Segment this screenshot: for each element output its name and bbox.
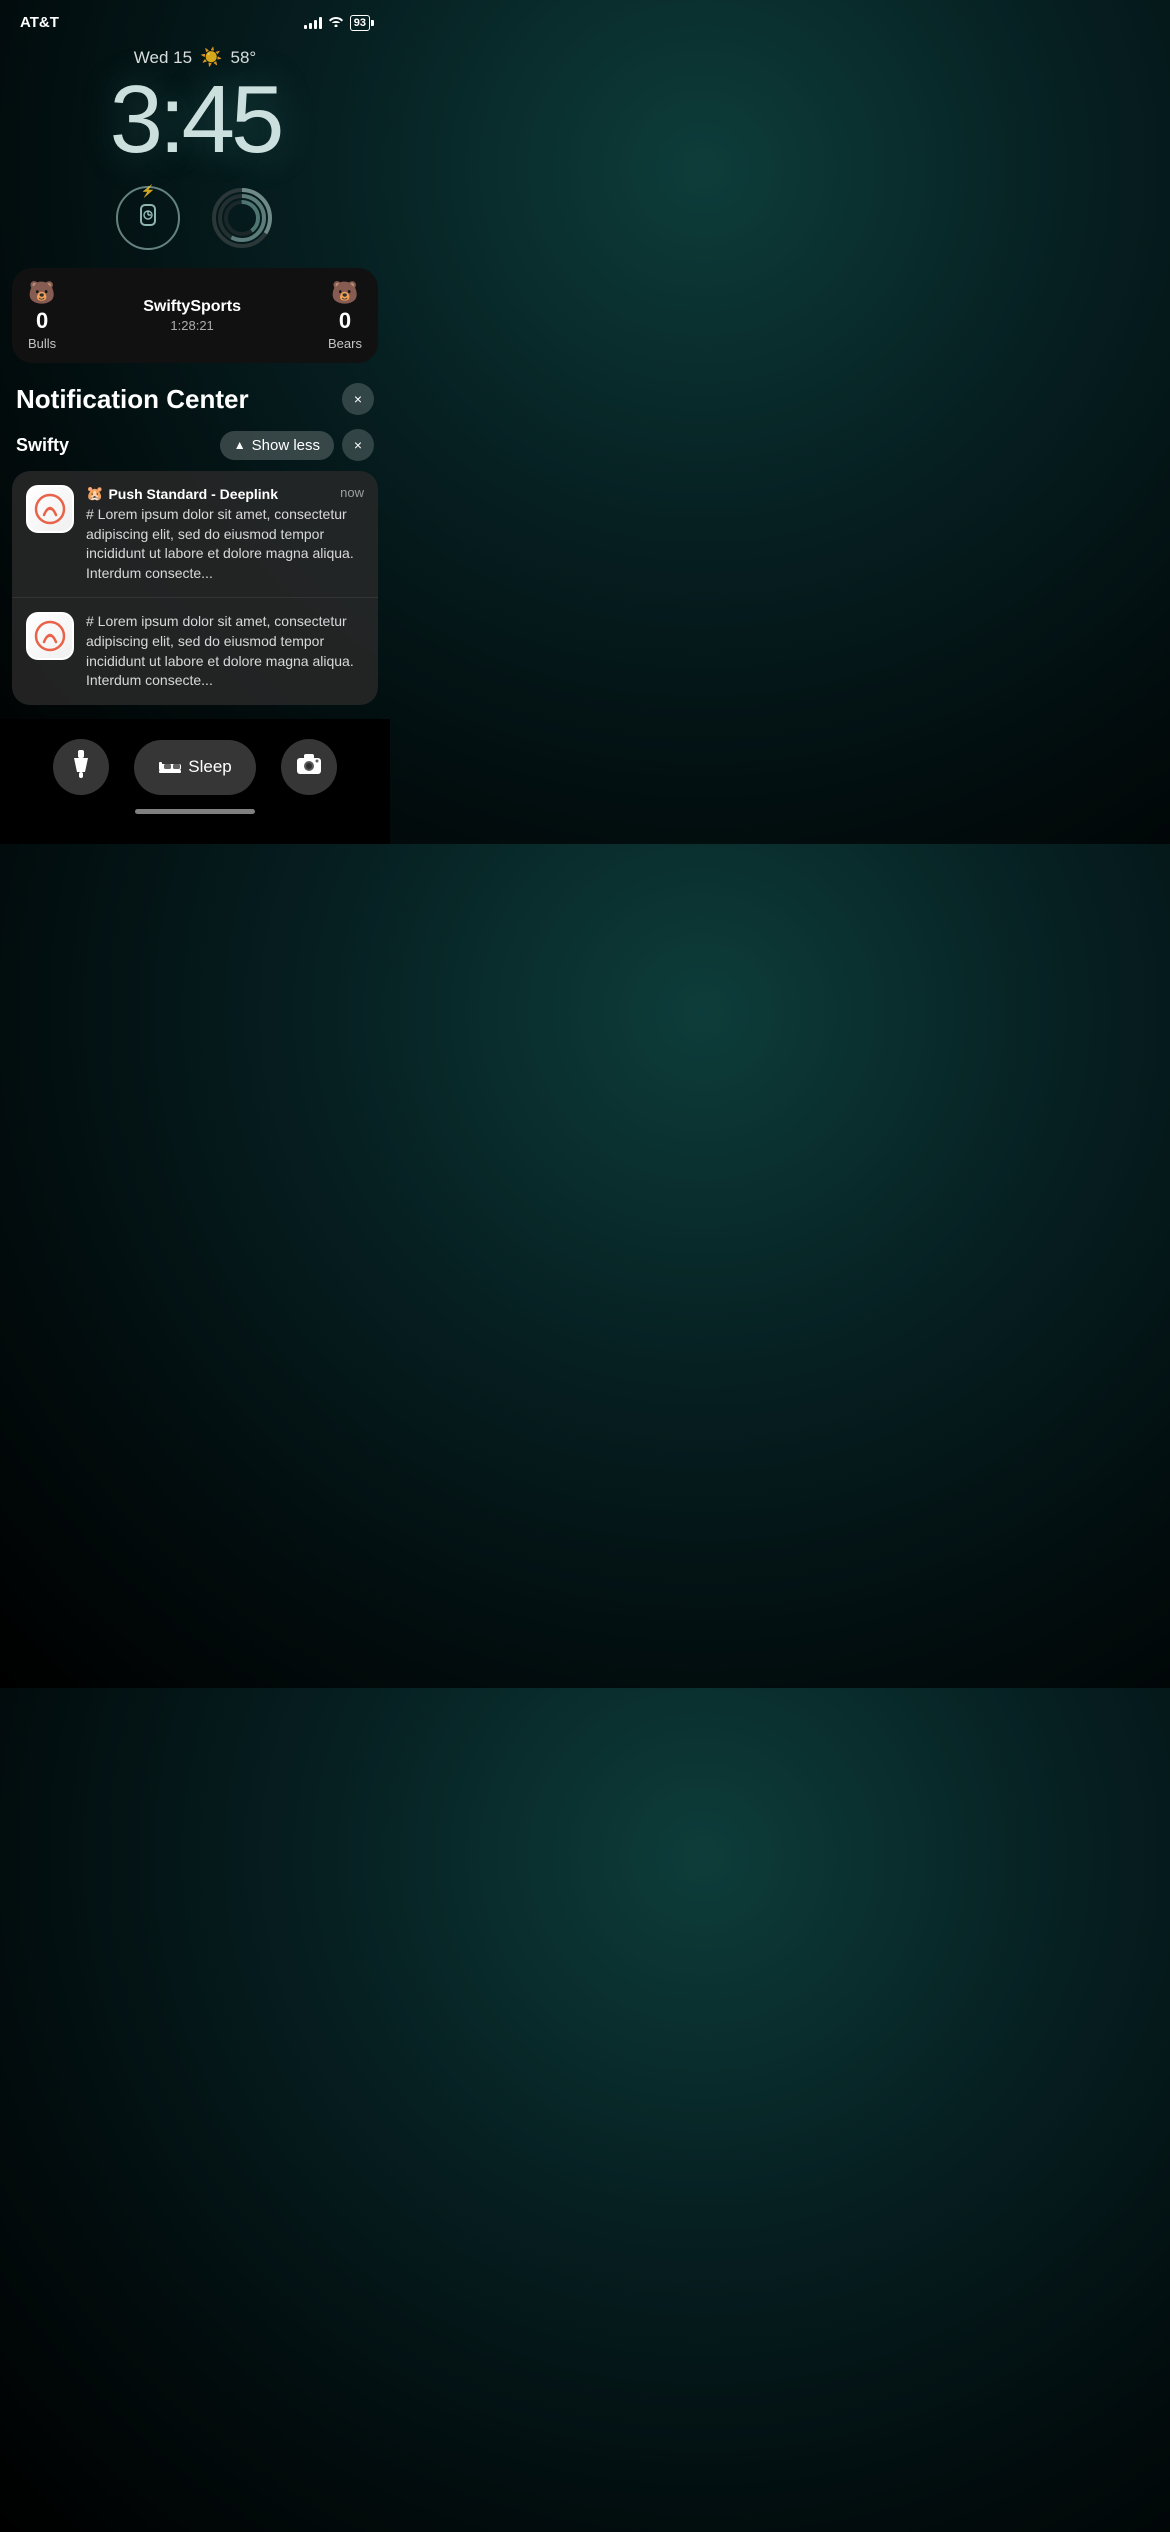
section-actions: ▲ Show less × xyxy=(220,429,374,461)
camera-button[interactable] xyxy=(281,739,337,795)
bottom-actions: Sleep xyxy=(0,739,390,795)
app-icon-2 xyxy=(26,612,74,660)
notification-title-row-1: 🐹 Push Standard - Deeplink now xyxy=(86,485,364,502)
notification-body-1: # Lorem ipsum dolor sit amet, consectetu… xyxy=(86,505,364,583)
notif-title-text-1: Push Standard - Deeplink xyxy=(108,486,278,502)
flashlight-icon xyxy=(71,750,91,784)
date-label: Wed 15 xyxy=(134,48,192,68)
temperature-label: 58° xyxy=(230,48,256,68)
battery-indicator: 93 xyxy=(350,15,370,31)
notification-center-header: Notification Center × xyxy=(0,363,390,425)
status-right: 93 xyxy=(304,15,370,31)
home-team: 🐻 0 Bulls xyxy=(28,280,56,351)
watch-widgets: ⚡ xyxy=(0,186,390,250)
clock-display: 3:45 xyxy=(0,72,390,168)
lightning-icon: ⚡ xyxy=(141,184,156,198)
flashlight-button[interactable] xyxy=(53,739,109,795)
score-widget: 🐻 0 Bulls SwiftySports 1:28:21 🐻 0 Bears xyxy=(12,268,378,363)
away-team-score: 0 xyxy=(339,308,351,334)
game-info: SwiftySports 1:28:21 xyxy=(143,298,241,333)
notification-cards: 🐹 Push Standard - Deeplink now # Lorem i… xyxy=(12,471,378,705)
sun-icon: ☀️ xyxy=(200,47,222,68)
swifty-section-header: Swifty ▲ Show less × xyxy=(0,425,390,471)
home-team-name: Bulls xyxy=(28,336,56,351)
notification-body-2: # Lorem ipsum dolor sit amet, consectetu… xyxy=(86,612,364,690)
game-app-name: SwiftySports xyxy=(143,298,241,316)
show-less-button[interactable]: ▲ Show less xyxy=(220,431,334,460)
bottom-bar: Sleep xyxy=(0,719,390,844)
app-icon-graphic-2 xyxy=(28,614,72,658)
swifty-section-close-button[interactable]: × xyxy=(342,429,374,461)
away-team-name: Bears xyxy=(328,336,362,351)
sleep-label: Sleep xyxy=(188,757,231,777)
notification-card-1[interactable]: 🐹 Push Standard - Deeplink now # Lorem i… xyxy=(12,471,378,598)
date-weather: Wed 15 ☀️ 58° xyxy=(0,47,390,68)
camera-icon xyxy=(296,753,322,781)
close-icon: × xyxy=(354,391,362,407)
notif-emoji-1: 🐹 xyxy=(86,485,103,502)
activity-rings-widget xyxy=(210,186,274,250)
home-team-score: 0 xyxy=(36,308,48,334)
chevron-up-icon: ▲ xyxy=(234,438,246,452)
watch-face-icon xyxy=(134,201,162,235)
swifty-app-name: Swifty xyxy=(16,435,69,456)
notification-content-2: # Lorem ipsum dolor sit amet, consectetu… xyxy=(86,612,364,690)
away-team-icon: 🐻 xyxy=(331,280,358,306)
notification-content-1: 🐹 Push Standard - Deeplink now # Lorem i… xyxy=(86,485,364,583)
home-team-icon: 🐻 xyxy=(28,280,55,306)
notification-card-2[interactable]: # Lorem ipsum dolor sit amet, consectetu… xyxy=(12,598,378,704)
app-icon-1 xyxy=(26,485,74,533)
signal-bars-icon xyxy=(304,17,322,29)
away-team: 🐻 0 Bears xyxy=(328,280,362,351)
game-time: 1:28:21 xyxy=(143,318,241,333)
show-less-label: Show less xyxy=(252,437,320,454)
battery-level: 93 xyxy=(354,17,366,29)
home-indicator xyxy=(135,809,255,814)
notification-time-1: now xyxy=(340,485,364,500)
notification-center-title: Notification Center xyxy=(16,384,249,415)
status-bar: AT&T 93 xyxy=(0,0,390,35)
notification-title-1: 🐹 Push Standard - Deeplink xyxy=(86,485,278,502)
app-icon-graphic-1 xyxy=(28,487,72,531)
sleep-button[interactable]: Sleep xyxy=(134,740,255,795)
notification-center-close-button[interactable]: × xyxy=(342,383,374,415)
carrier-label: AT&T xyxy=(20,14,59,31)
sleep-bed-icon xyxy=(158,756,182,779)
wifi-icon xyxy=(328,15,344,30)
watch-widget: ⚡ xyxy=(116,186,180,250)
close-icon: × xyxy=(354,437,362,453)
